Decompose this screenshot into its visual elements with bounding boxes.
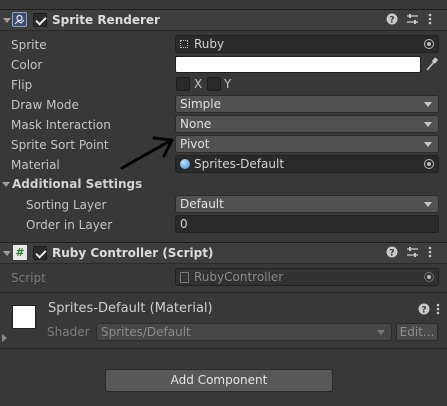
presets-sliders-icon[interactable] bbox=[406, 246, 419, 261]
sprite-renderer-header[interactable]: Sprite Renderer ? bbox=[0, 9, 447, 31]
foldout-arrow-icon[interactable] bbox=[3, 251, 11, 256]
kebab-menu-icon[interactable] bbox=[428, 13, 432, 28]
material-label: Material bbox=[11, 158, 60, 172]
help-icon[interactable]: ? bbox=[386, 13, 398, 28]
sorting-layer-label: Sorting Layer bbox=[26, 198, 107, 212]
order-in-layer-value: 0 bbox=[180, 217, 188, 231]
shader-value: Sprites/Default bbox=[101, 325, 191, 339]
object-picker-icon bbox=[424, 272, 434, 282]
sprite-sort-point-dropdown[interactable]: Pivot bbox=[175, 135, 439, 153]
flip-y-label: Y bbox=[224, 77, 232, 91]
kebab-menu-icon[interactable] bbox=[436, 303, 440, 318]
mask-interaction-label: Mask Interaction bbox=[11, 118, 111, 132]
color-swatch-field[interactable] bbox=[175, 56, 421, 73]
help-icon[interactable]: ? bbox=[418, 303, 430, 318]
svg-text:?: ? bbox=[389, 16, 394, 26]
annotation-arrow-icon bbox=[120, 136, 174, 170]
ruby-controller-header[interactable]: # Ruby Controller (Script) ? bbox=[0, 242, 447, 264]
kebab-menu-icon[interactable] bbox=[428, 246, 432, 261]
foldout-arrow-icon[interactable] bbox=[2, 182, 10, 187]
sprite-renderer-enabled-checkbox[interactable] bbox=[33, 13, 47, 27]
presets-sliders-icon[interactable] bbox=[406, 13, 419, 28]
flip-x-label: X bbox=[194, 77, 203, 91]
material-title: Sprites-Default (Material) bbox=[48, 301, 213, 316]
script-asset-icon bbox=[180, 272, 189, 283]
sprite-object-field[interactable]: Ruby bbox=[175, 35, 439, 53]
material-foldout-icon[interactable] bbox=[2, 334, 7, 342]
draw-mode-dropdown[interactable]: Simple bbox=[175, 95, 439, 113]
script-object-field: RubyController bbox=[175, 268, 439, 286]
section-divider bbox=[0, 292, 447, 293]
material-sphere-icon bbox=[180, 159, 190, 169]
script-label: Script bbox=[11, 271, 46, 285]
order-in-layer-input[interactable]: 0 bbox=[175, 215, 439, 233]
mask-interaction-value: None bbox=[180, 117, 212, 131]
section-divider bbox=[0, 348, 447, 349]
shader-label: Shader bbox=[47, 325, 90, 339]
eyedropper-icon[interactable] bbox=[425, 56, 439, 75]
additional-settings-foldout[interactable]: Additional Settings bbox=[12, 177, 142, 191]
object-picker-icon[interactable] bbox=[424, 159, 434, 169]
svg-text:?: ? bbox=[421, 306, 426, 316]
flip-label: Flip bbox=[11, 78, 33, 92]
flip-x-checkbox[interactable] bbox=[176, 77, 190, 91]
shader-dropdown: Sprites/Default bbox=[96, 323, 392, 341]
mask-interaction-dropdown[interactable]: None bbox=[175, 115, 439, 133]
svg-text:?: ? bbox=[389, 249, 394, 259]
draw-mode-value: Simple bbox=[180, 97, 221, 111]
component-title: Ruby Controller (Script) bbox=[52, 246, 214, 260]
draw-mode-label: Draw Mode bbox=[11, 98, 79, 112]
sprite-sort-point-value: Pivot bbox=[180, 137, 210, 151]
help-icon[interactable]: ? bbox=[386, 246, 398, 261]
sorting-layer-value: Default bbox=[180, 197, 224, 211]
sprite-label: Sprite bbox=[11, 38, 47, 52]
color-label: Color bbox=[11, 58, 43, 72]
order-in-layer-label: Order in Layer bbox=[26, 218, 113, 232]
material-preview-thumbnail bbox=[12, 305, 36, 329]
foldout-arrow-icon[interactable] bbox=[3, 18, 11, 23]
sprite-renderer-component-icon bbox=[12, 12, 27, 27]
add-component-button[interactable]: Add Component bbox=[105, 369, 333, 392]
sorting-layer-dropdown[interactable]: Default bbox=[175, 195, 439, 213]
shader-edit-button[interactable]: Edit... bbox=[396, 323, 438, 341]
csharp-script-icon: # bbox=[13, 245, 27, 260]
script-value: RubyController bbox=[194, 270, 284, 284]
sprite-sort-point-label: Sprite Sort Point bbox=[11, 138, 109, 152]
material-object-field[interactable]: Sprites-Default bbox=[175, 155, 439, 173]
sprite-value: Ruby bbox=[194, 37, 225, 51]
component-title: Sprite Renderer bbox=[52, 13, 160, 27]
object-picker-icon[interactable] bbox=[424, 39, 434, 49]
material-value: Sprites-Default bbox=[194, 157, 285, 171]
flip-y-checkbox[interactable] bbox=[207, 77, 221, 91]
sprite-asset-icon bbox=[180, 40, 188, 48]
ruby-controller-enabled-checkbox[interactable] bbox=[33, 246, 47, 260]
